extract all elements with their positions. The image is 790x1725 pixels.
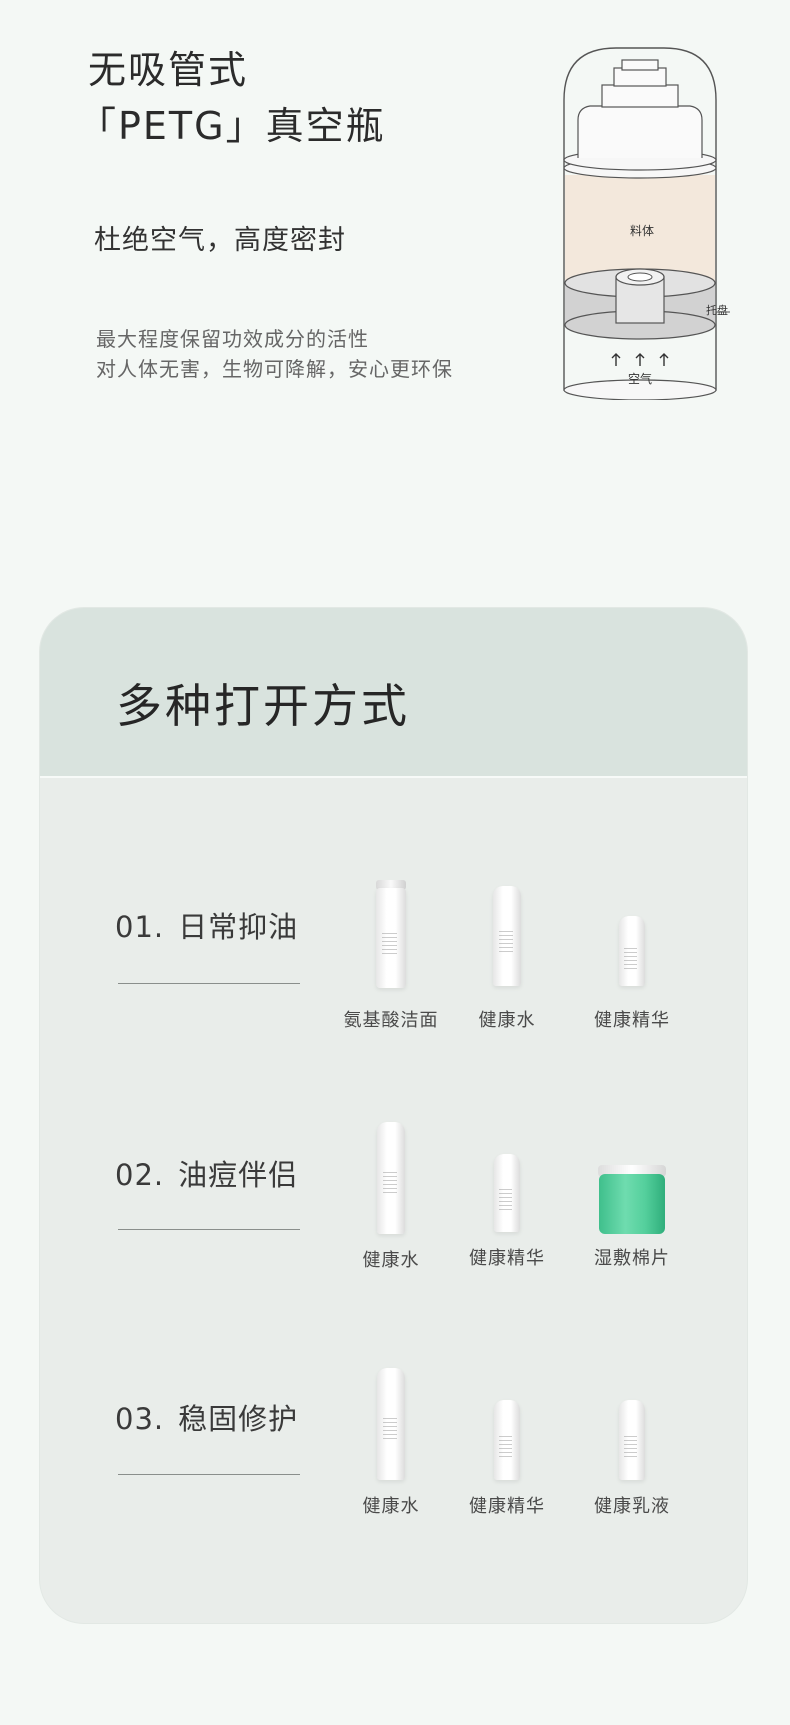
opening-methods-card: 多种打开方式 01. 日常抑油 氨基酸洁面 健康水 健康精华 02. 油痘伴侣 …	[40, 608, 747, 1623]
card-header: 多种打开方式	[40, 608, 747, 778]
liquid-label: 料体	[630, 224, 654, 238]
group-divider	[118, 1474, 300, 1475]
product-item[interactable]: 健康水	[442, 878, 572, 1031]
foam-pump-bottle-icon	[326, 878, 456, 998]
product-name: 健康精华	[594, 1010, 670, 1031]
product-item[interactable]: 氨基酸洁面	[326, 878, 456, 1031]
group-number: 02.	[115, 1158, 165, 1192]
product-name: 健康水	[362, 1250, 420, 1271]
hero-title: 无吸管式 「PETG」真空瓶	[78, 42, 386, 154]
short-bottle-icon	[567, 1368, 697, 1488]
usage-group-1: 01. 日常抑油 氨基酸洁面 健康水 健康精华	[40, 878, 747, 1078]
product-item[interactable]: 健康精华	[442, 1368, 572, 1517]
hero-desc-line2: 对人体无害，生物可降解，安心更环保	[96, 357, 453, 381]
usage-group-2: 02. 油痘伴侣 健康水 健康精华 湿敷棉片	[40, 1122, 747, 1322]
product-name: 健康乳液	[594, 1496, 670, 1517]
product-item[interactable]: 健康乳液	[567, 1368, 697, 1517]
product-name: 健康水	[362, 1496, 420, 1517]
group-number: 03.	[115, 1402, 165, 1436]
usage-group-3: 03. 稳固修护 健康水 健康精华 健康乳液	[40, 1368, 747, 1568]
short-bottle-icon	[567, 878, 697, 998]
tall-bottle-icon	[442, 878, 572, 998]
hero-section: 无吸管式 「PETG」真空瓶 杜绝空气，高度密封 最大程度保留功效成分的活性 对…	[0, 0, 790, 600]
hero-title-line1: 无吸管式	[88, 48, 249, 92]
group-label: 03. 稳固修护	[115, 1396, 298, 1438]
hero-subtitle: 杜绝空气，高度密封	[94, 225, 346, 256]
product-item[interactable]: 健康精华	[442, 1122, 572, 1269]
product-item[interactable]: 健康水	[326, 1368, 456, 1517]
product-name: 湿敷棉片	[594, 1248, 670, 1269]
hero-desc-line1: 最大程度保留功效成分的活性	[96, 327, 369, 351]
tall-bottle-icon	[326, 1122, 456, 1242]
product-name: 健康水	[478, 1010, 536, 1031]
group-divider	[118, 1229, 300, 1230]
product-name: 氨基酸洁面	[343, 1010, 439, 1031]
section-title: 多种打开方式	[116, 679, 410, 733]
group-title: 日常抑油	[178, 910, 299, 944]
group-number: 01.	[115, 910, 165, 944]
group-title: 油痘伴侣	[178, 1158, 299, 1192]
vacuum-bottle-diagram: 料体 空气 托盘	[550, 40, 746, 401]
hero-title-line2: 「PETG」真空瓶	[78, 104, 386, 148]
short-bottle-icon	[442, 1122, 572, 1242]
product-item[interactable]: 湿敷棉片	[567, 1122, 697, 1269]
air-label: 空气	[628, 371, 652, 386]
short-bottle-icon	[442, 1368, 572, 1488]
product-name: 健康精华	[469, 1248, 545, 1269]
group-title: 稳固修护	[178, 1402, 299, 1436]
tray-label: 托盘	[706, 304, 728, 317]
green-jar-icon	[567, 1122, 697, 1242]
group-divider	[118, 983, 300, 984]
group-label: 01. 日常抑油	[115, 904, 298, 946]
product-name: 健康精华	[469, 1496, 545, 1517]
group-label: 02. 油痘伴侣	[115, 1152, 298, 1194]
product-item[interactable]: 健康精华	[567, 878, 697, 1031]
air-arrows-icon	[611, 353, 669, 366]
product-item[interactable]: 健康水	[326, 1122, 456, 1271]
tall-bottle-icon	[326, 1368, 456, 1488]
hero-description: 最大程度保留功效成分的活性 对人体无害，生物可降解，安心更环保	[96, 324, 453, 384]
